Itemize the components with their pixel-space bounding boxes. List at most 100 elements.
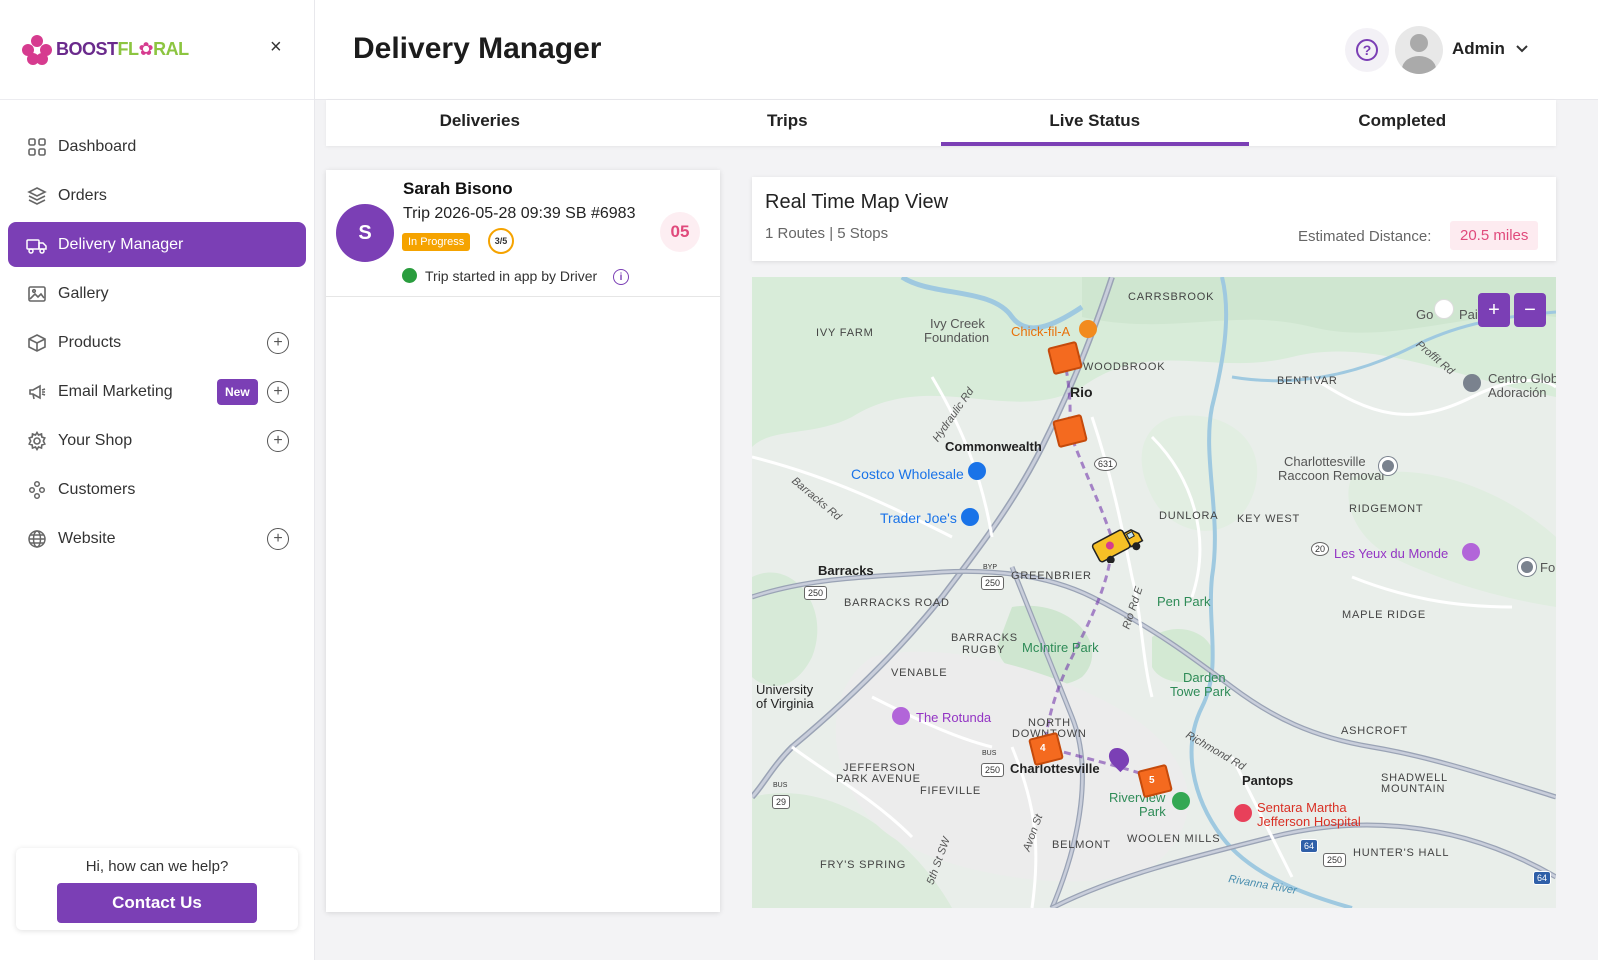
sidebar-item-label: Your Shop [58, 431, 133, 449]
delivery-package-marker-5[interactable]: 5 [1136, 761, 1174, 799]
map-label-fifeville: FIFEVILLE [920, 785, 981, 797]
route-250-bus-shield: 250 [981, 763, 1005, 777]
map-label-rio: Rio [1070, 384, 1093, 400]
map-label-barracks-road: BARRACKS ROAD [844, 597, 950, 609]
layers-icon [26, 185, 48, 207]
map-label-darden-1: Darden [1183, 670, 1226, 685]
hospital-pin-icon[interactable] [1234, 804, 1252, 822]
map-label-centro-2: Adoración [1488, 385, 1547, 400]
sidebar-item-your-shop[interactable]: Your Shop + [8, 418, 306, 463]
zoom-in-button[interactable]: + [1478, 293, 1510, 327]
driver-truck-marker[interactable] [1090, 525, 1144, 563]
help-button[interactable]: ? [1345, 28, 1389, 72]
map-label-go: Go [1416, 307, 1434, 322]
live-map[interactable]: CARRSBROOK IVY FARM Ivy Creek Foundation… [752, 277, 1556, 908]
business-pin-icon[interactable] [1379, 457, 1397, 475]
gallery-pin-icon[interactable] [1462, 543, 1480, 561]
restaurant-pin-icon[interactable] [1079, 320, 1097, 338]
map-label-venable: VENABLE [891, 667, 948, 679]
grid-icon [26, 136, 48, 158]
shopping-pin-icon[interactable] [968, 462, 986, 480]
my-location-icon[interactable] [1434, 299, 1454, 319]
driver-avatar: S [336, 204, 394, 262]
landmark-pin-icon[interactable] [892, 707, 910, 725]
map-label-costco[interactable]: Costco Wholesale [851, 466, 964, 482]
map-label-cville-raccoon-1: Charlottesville [1284, 454, 1366, 469]
tab-trips[interactable]: Trips [634, 100, 942, 146]
trip-started-dot-icon [402, 268, 417, 283]
user-name[interactable]: Admin [1452, 39, 1505, 59]
map-label-pen-park: Pen Park [1157, 594, 1211, 609]
chevron-down-icon[interactable] [1515, 40, 1529, 56]
help-text: Hi, how can we help? [85, 858, 229, 875]
brand-logo[interactable]: BOOSTFL✿RAL × [0, 0, 314, 100]
route-250-shield: 250 [804, 586, 828, 600]
sidebar-item-email-marketing[interactable]: Email Marketing New + [8, 369, 306, 414]
map-label-sentara-2[interactable]: Jefferson Hospital [1257, 814, 1361, 829]
users-icon [26, 479, 48, 501]
place-pin-icon[interactable] [1518, 558, 1536, 576]
status-badge: In Progress [402, 233, 471, 251]
sidebar-item-website[interactable]: Website + [8, 516, 306, 561]
tab-completed[interactable]: Completed [1249, 100, 1557, 146]
sidebar-item-label: Website [58, 529, 116, 547]
trip-started-text: Trip started in app by Driver [425, 268, 598, 284]
map-label-woolen-mills: WOOLEN MILLS [1127, 833, 1221, 845]
add-website-page-button[interactable]: + [267, 527, 289, 550]
map-label-key-west: KEY WEST [1237, 513, 1301, 525]
delivery-package-marker-2[interactable] [1051, 411, 1089, 449]
park-pin-icon[interactable] [1172, 792, 1190, 810]
map-label-shadwell-2: MOUNTAIN [1381, 783, 1446, 795]
distance-value: 20.5 miles [1450, 221, 1539, 250]
box-icon [26, 332, 48, 354]
map-label-ridgemont: RIDGEMONT [1349, 503, 1424, 515]
map-label-centro-1: Centro Glob [1488, 371, 1556, 386]
map-label-jefferson-park-2: PARK AVENUE [836, 773, 921, 785]
megaphone-icon [26, 381, 48, 403]
map-label-hunters-hall: HUNTER'S HALL [1353, 847, 1450, 859]
sidebar-item-label: Email Marketing [58, 382, 173, 400]
add-product-button[interactable]: + [267, 331, 289, 354]
delivery-truck-icon [26, 234, 48, 256]
sidebar-item-label: Dashboard [58, 137, 137, 155]
user-avatar[interactable] [1395, 26, 1443, 74]
map-label-trader-joes[interactable]: Trader Joe's [880, 510, 957, 526]
map-label-riverview-2: Park [1139, 804, 1166, 819]
delivery-tabs: Deliveries Trips Live Status Completed [326, 100, 1556, 146]
sidebar-item-orders[interactable]: Orders [8, 173, 306, 218]
sidebar-item-label: Delivery Manager [58, 235, 184, 253]
sidebar-item-products[interactable]: Products + [8, 320, 306, 365]
globe-icon [26, 528, 48, 550]
map-label-sentara-1[interactable]: Sentara Martha [1257, 800, 1347, 815]
map-label-ashcroft: ASHCROFT [1341, 725, 1408, 737]
zoom-out-button[interactable]: − [1514, 293, 1546, 327]
sidebar-item-delivery-manager[interactable]: Delivery Manager [8, 222, 306, 267]
top-header: Delivery Manager ? Admin [315, 0, 1598, 100]
map-label-les-yeux[interactable]: Les Yeux du Monde [1334, 546, 1448, 561]
church-pin-icon[interactable] [1463, 374, 1481, 392]
close-sidebar-button[interactable]: × [270, 36, 282, 59]
add-shop-item-button[interactable]: + [267, 429, 289, 452]
contact-us-button[interactable]: Contact Us [57, 883, 257, 923]
flower-logo-icon [22, 34, 52, 65]
tab-live-status[interactable]: Live Status [941, 100, 1249, 146]
sidebar-item-customers[interactable]: Customers [8, 467, 306, 512]
info-icon[interactable]: i [613, 269, 629, 285]
cart-pin-icon[interactable] [961, 508, 979, 526]
page-title: Delivery Manager [353, 32, 602, 65]
tab-deliveries[interactable]: Deliveries [326, 100, 634, 146]
map-label-darden-2: Towe Park [1170, 684, 1231, 699]
sidebar: BOOSTFL✿RAL × Dashboard Orders Delivery … [0, 0, 315, 960]
delivery-package-marker-4[interactable]: 4 [1027, 729, 1065, 767]
map-label-barracks-rugby-2: RUGBY [962, 644, 1006, 656]
add-email-campaign-button[interactable]: + [267, 380, 289, 403]
map-label-belmont: BELMONT [1052, 839, 1111, 851]
sidebar-item-gallery[interactable]: Gallery [8, 271, 306, 316]
map-label-the-rotunda[interactable]: The Rotunda [916, 710, 991, 725]
sidebar-item-dashboard[interactable]: Dashboard [8, 124, 306, 169]
map-label-chickfila[interactable]: Chick-fil-A [1011, 324, 1070, 339]
trip-card[interactable]: S Sarah Bisono Trip 2026-05-28 09:39 SB … [326, 170, 720, 297]
map-label-barracks: Barracks [818, 563, 874, 578]
route-250-east-shield: 250 [1323, 853, 1347, 867]
delivery-package-marker-1[interactable] [1046, 338, 1084, 376]
